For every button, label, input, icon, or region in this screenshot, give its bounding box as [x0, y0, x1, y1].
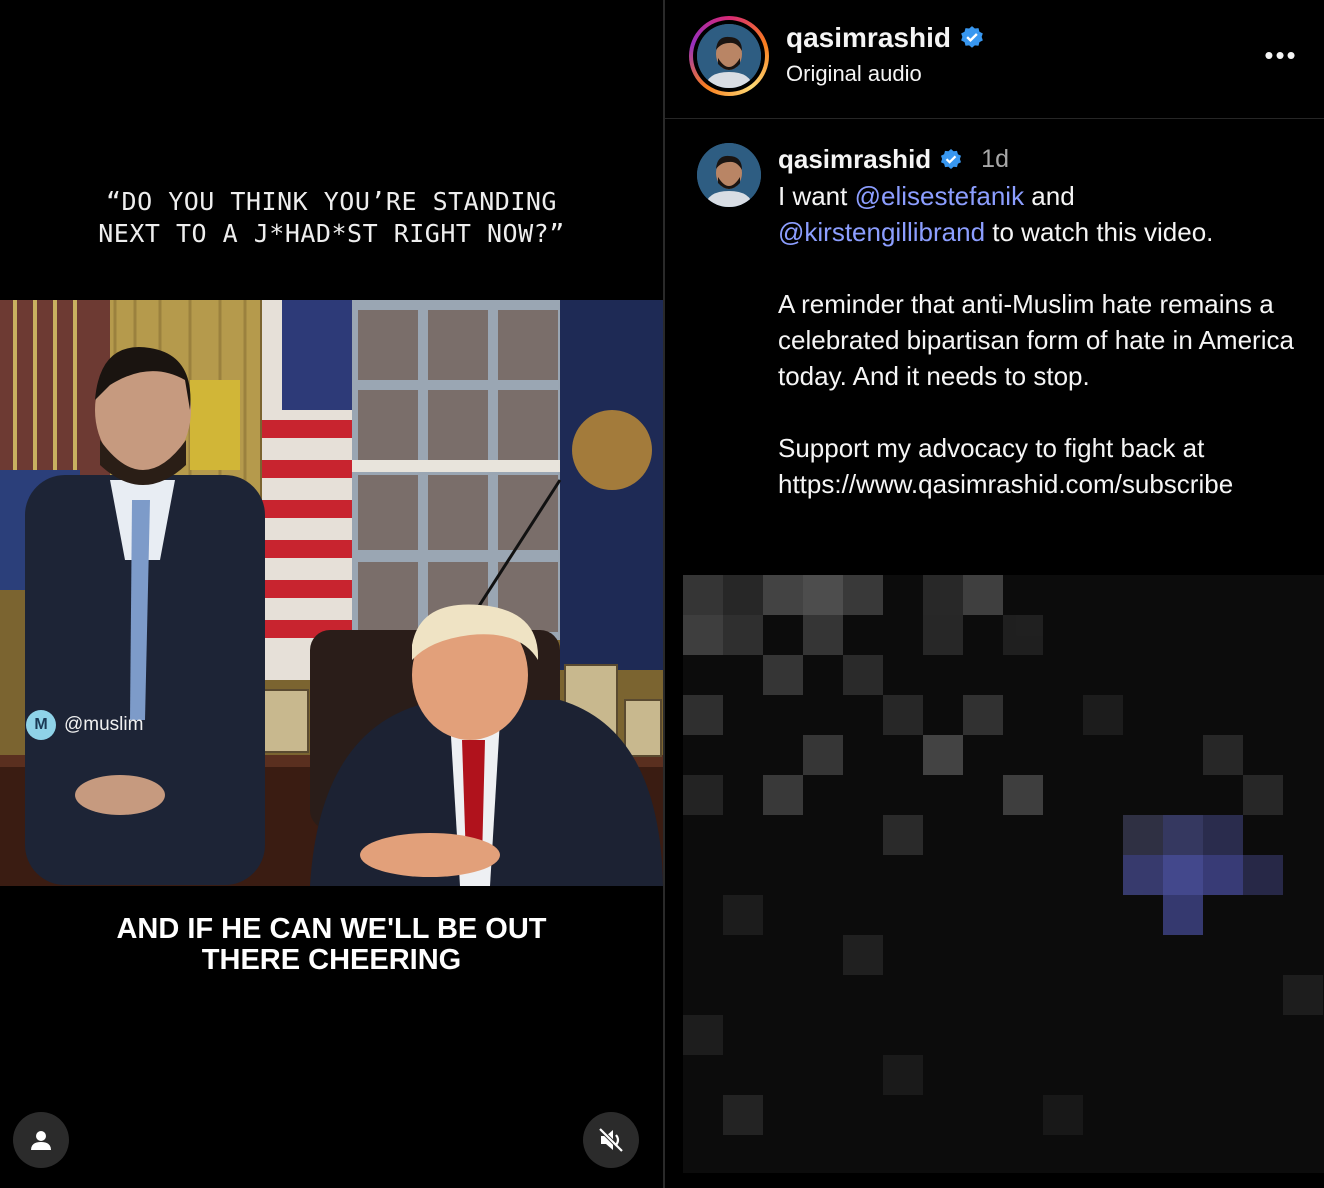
comment-username[interactable]: qasimrashid — [778, 144, 931, 175]
speaker-muted-icon — [598, 1127, 624, 1153]
subscribe-link[interactable]: https://www.qasimrashid.com/subscribe — [778, 466, 1313, 502]
comment-text-segment: to watch this video. — [985, 217, 1214, 247]
comment-avatar[interactable] — [697, 143, 761, 207]
comment-line-2: @kirstengillibrand to watch this video. — [778, 214, 1313, 250]
muslim-logo-icon: M — [26, 710, 56, 740]
video-caption-bottom: AND IF HE CAN WE'LL BE OUT THERE CHEERIN… — [116, 913, 547, 976]
post-info-panel: qasimrashid Original audio ••• qasimrash… — [665, 0, 1324, 1188]
mute-toggle-button[interactable] — [583, 1112, 639, 1168]
more-horizontal-icon: ••• — [1264, 39, 1298, 70]
comment-text: I want @elisestefanik and @kirstengillib… — [778, 178, 1313, 502]
comment-paragraph-2: A reminder that anti-Muslim hate remains… — [778, 289, 1294, 391]
comment-timestamp[interactable]: 1d — [981, 145, 1009, 174]
verified-badge-icon — [941, 148, 962, 169]
comment-line-1: I want @elisestefanik and — [778, 178, 1313, 214]
comment-paragraph-3: Support my advocacy to fight back at — [778, 433, 1205, 463]
mention-kirstengillibrand[interactable]: @kirstengillibrand — [778, 217, 985, 247]
mention-elisestefanik[interactable]: @elisestefanik — [855, 181, 1024, 211]
pixelated-blur — [683, 575, 1324, 1173]
blurred-content-area — [683, 575, 1324, 1173]
video-caption-top: “DO YOU THINK YOU’RE STANDING NEXT TO A … — [98, 187, 565, 248]
more-options-button[interactable]: ••• — [1261, 40, 1301, 70]
video-frame — [0, 300, 663, 886]
oval-office-scene — [0, 300, 663, 886]
comment-header: qasimrashid 1d — [778, 144, 1009, 175]
comment-text-segment: and — [1024, 181, 1075, 211]
original-audio-link[interactable]: Original audio — [786, 61, 922, 87]
video-player[interactable]: “DO YOU THINK YOU’RE STANDING NEXT TO A … — [0, 0, 663, 1188]
post-header: qasimrashid Original audio ••• — [665, 0, 1324, 119]
comment-text-segment: I want — [778, 181, 855, 211]
verified-badge-icon — [961, 26, 983, 48]
header-username-row[interactable]: qasimrashid — [786, 22, 985, 54]
avatar-photo — [697, 24, 761, 88]
header-username[interactable]: qasimrashid — [786, 22, 951, 54]
watermark-handle: @muslim — [64, 714, 144, 735]
person-icon — [31, 1131, 51, 1150]
avatar-photo — [697, 143, 761, 207]
tagged-people-button[interactable] — [13, 1112, 69, 1168]
reel-viewer: “DO YOU THINK YOU’RE STANDING NEXT TO A … — [0, 0, 1324, 1188]
source-watermark: M @muslim — [26, 710, 143, 740]
avatar — [697, 24, 761, 88]
story-ring-avatar[interactable] — [689, 16, 769, 96]
